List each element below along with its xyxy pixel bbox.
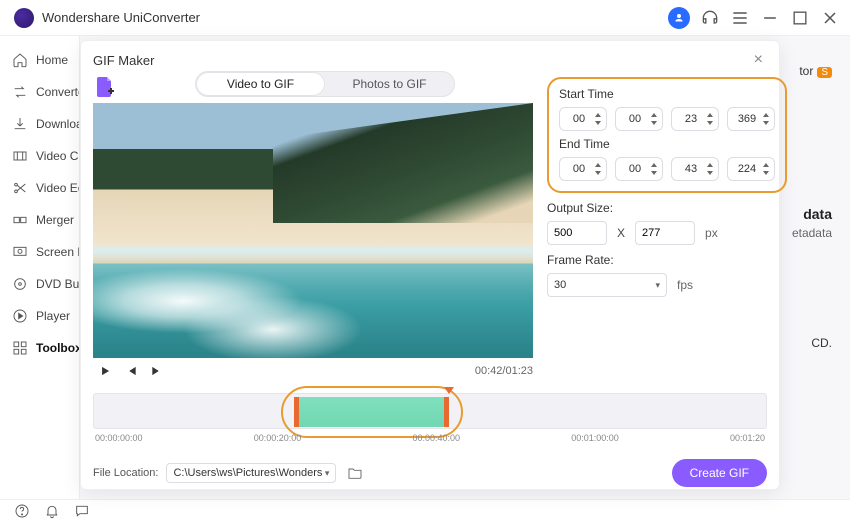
playback-bar: 00:42/01:23 — [93, 358, 533, 379]
frame-rate-select[interactable]: 30▾ — [547, 273, 667, 297]
start-minutes-stepper[interactable]: 00 — [615, 107, 663, 131]
output-size-separator: X — [617, 226, 625, 240]
sidebar-item-dvd[interactable]: DVD Burner — [0, 268, 79, 300]
sidebar-item-label: Video Editor — [36, 181, 80, 195]
start-ms-stepper[interactable]: 369 — [727, 107, 775, 131]
sidebar-item-label: Home — [36, 53, 68, 67]
download-icon — [12, 116, 28, 132]
merger-icon — [12, 212, 28, 228]
compressor-icon — [12, 148, 28, 164]
output-size-unit: px — [705, 226, 718, 240]
output-width-input[interactable] — [547, 221, 607, 245]
scissors-icon — [12, 180, 28, 196]
output-height-input[interactable] — [635, 221, 695, 245]
sidebar-item-downloader[interactable]: Downloader — [0, 108, 79, 140]
bell-icon[interactable] — [44, 503, 60, 524]
end-ms-stepper[interactable]: 224 — [727, 157, 775, 181]
partial-metadata-label: etadata — [792, 226, 832, 240]
file-location-select[interactable]: C:\Users\ws\Pictures\Wonders▾ — [166, 463, 336, 483]
account-icon[interactable] — [668, 7, 690, 29]
dvd-icon — [12, 276, 28, 292]
sidebar-item-label: Downloader — [36, 117, 80, 131]
close-button[interactable] — [820, 8, 840, 28]
add-file-button[interactable] — [93, 75, 117, 99]
end-seconds-stepper[interactable]: 43 — [671, 157, 719, 181]
player-icon — [12, 308, 28, 324]
maximize-button[interactable] — [790, 8, 810, 28]
frame-rate-label: Frame Rate: — [547, 253, 787, 267]
sidebar-item-label: Screen Recorder — [36, 245, 80, 259]
ruler-tick: 00:01:00:00 — [571, 433, 619, 443]
sidebar-item-label: Toolbox — [36, 341, 80, 355]
end-hours-stepper[interactable]: 00 — [559, 157, 607, 181]
support-icon[interactable] — [700, 8, 720, 28]
sidebar-item-player[interactable]: Player — [0, 300, 79, 332]
app-logo-icon — [14, 8, 34, 28]
footer-bar — [0, 499, 850, 527]
chevron-down-icon: ▾ — [655, 280, 660, 291]
home-icon — [12, 52, 28, 68]
video-preview[interactable] — [93, 103, 533, 358]
sidebar-item-toolbox[interactable]: Toolbox — [0, 332, 79, 364]
play-button[interactable] — [97, 363, 113, 379]
start-time-label: Start Time — [559, 87, 775, 101]
gif-maker-modal: GIF Maker × Video to GIF Photos to GIF — [80, 40, 780, 490]
time-ruler: 00:00:00:00 00:00:20:00 00:00:40:00 00:0… — [93, 433, 767, 443]
titlebar: Wondershare UniConverter — [0, 0, 850, 36]
partial-cd-label: CD. — [811, 336, 832, 350]
app-title: Wondershare UniConverter — [42, 10, 200, 25]
sidebar-item-merger[interactable]: Merger — [0, 204, 79, 236]
sidebar: Home Converter Downloader Video Compress… — [0, 36, 80, 499]
timeline: 00:00:00:00 00:00:20:00 00:00:40:00 00:0… — [93, 393, 767, 443]
ruler-tick: 00:00:20:00 — [254, 433, 302, 443]
create-gif-button[interactable]: Create GIF — [672, 459, 767, 487]
timeline-track[interactable] — [93, 393, 767, 429]
close-icon[interactable]: × — [750, 49, 767, 71]
tab-photos-to-gif[interactable]: Photos to GIF — [325, 72, 454, 96]
end-time-label: End Time — [559, 137, 775, 151]
file-location-label: File Location: — [93, 467, 158, 479]
prev-frame-button[interactable] — [123, 363, 139, 379]
ruler-tick: 00:01:20 — [730, 433, 765, 443]
sidebar-item-label: Video Compressor — [36, 149, 80, 163]
toolbox-icon — [12, 340, 28, 356]
end-minutes-stepper[interactable]: 00 — [615, 157, 663, 181]
next-frame-button[interactable] — [149, 363, 165, 379]
start-seconds-stepper[interactable]: 23 — [671, 107, 719, 131]
sidebar-item-compressor[interactable]: Video Compressor — [0, 140, 79, 172]
frame-rate-unit: fps — [677, 278, 693, 292]
badge-s: S — [817, 67, 832, 78]
sidebar-item-converter[interactable]: Converter — [0, 76, 79, 108]
recorder-icon — [12, 244, 28, 260]
ruler-tick: 00:00:00:00 — [95, 433, 143, 443]
modal-title: GIF Maker — [93, 53, 154, 68]
sidebar-item-label: Player — [36, 309, 70, 323]
sidebar-item-label: Merger — [36, 213, 74, 227]
mode-tabs: Video to GIF Photos to GIF — [195, 71, 455, 97]
minimize-button[interactable] — [760, 8, 780, 28]
output-size-label: Output Size: — [547, 201, 787, 215]
partial-tor-label: torS — [799, 64, 832, 78]
sidebar-item-home[interactable]: Home — [0, 44, 79, 76]
chevron-down-icon: ▾ — [325, 468, 330, 479]
selection-range[interactable] — [294, 397, 449, 427]
start-hours-stepper[interactable]: 00 — [559, 107, 607, 131]
feedback-icon[interactable] — [74, 503, 90, 524]
converter-icon — [12, 84, 28, 100]
ruler-tick: 00:00:40:00 — [412, 433, 460, 443]
time-range-group: Start Time 00 00 23 369 End Time 00 00 4… — [547, 77, 787, 193]
playhead-marker[interactable] — [444, 387, 454, 394]
sidebar-item-editor[interactable]: Video Editor — [0, 172, 79, 204]
sidebar-item-label: Converter — [36, 85, 80, 99]
playback-time: 00:42/01:23 — [475, 365, 533, 377]
help-icon[interactable] — [14, 503, 30, 524]
open-folder-button[interactable] — [344, 462, 366, 484]
menu-icon[interactable] — [730, 8, 750, 28]
sidebar-item-recorder[interactable]: Screen Recorder — [0, 236, 79, 268]
sidebar-item-label: DVD Burner — [36, 277, 80, 291]
partial-data-label: data — [803, 206, 832, 222]
tab-video-to-gif[interactable]: Video to GIF — [196, 72, 325, 96]
